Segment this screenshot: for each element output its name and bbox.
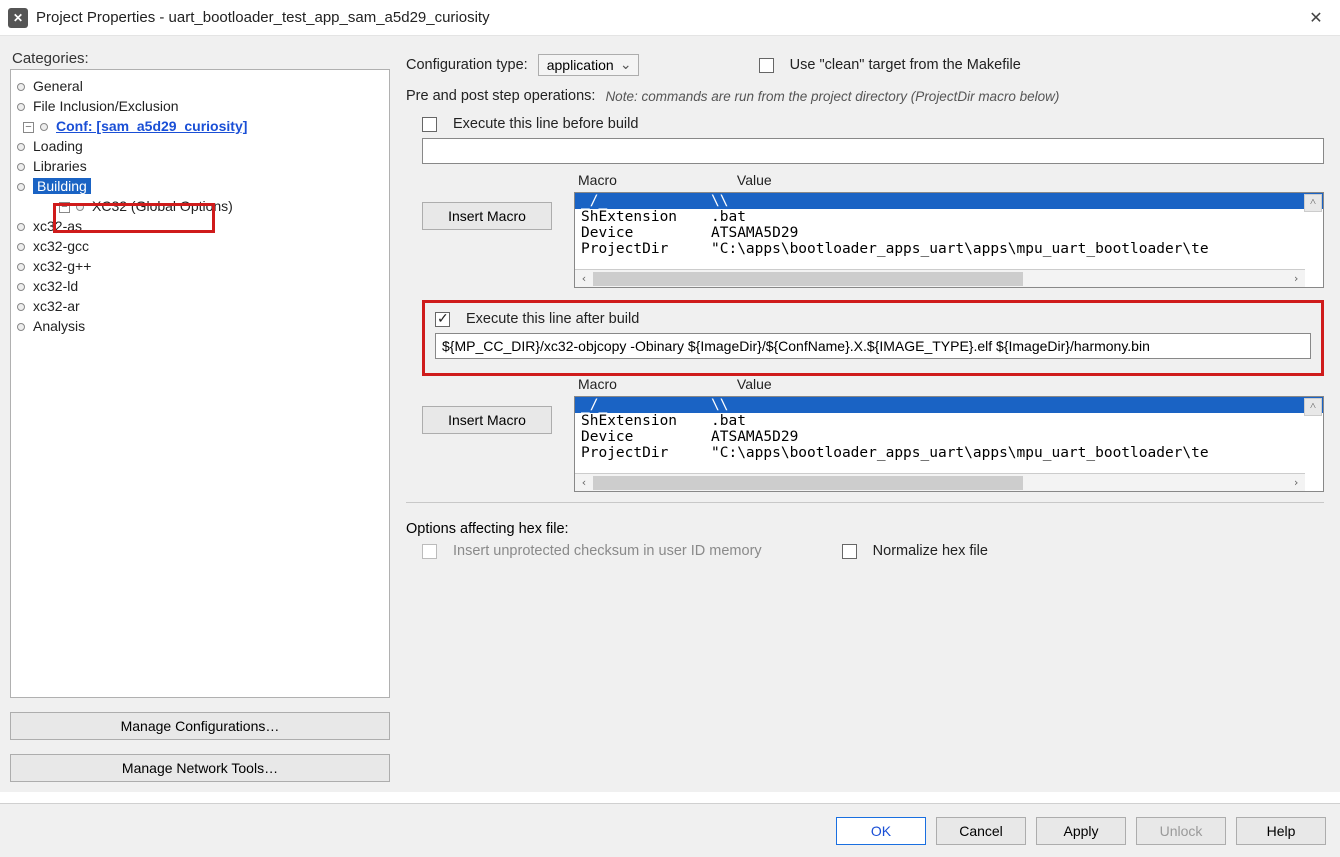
manage-network-tools-button[interactable]: Manage Network Tools… bbox=[10, 754, 390, 782]
macro-list-after[interactable]: _/_\\ ShExtension.bat DeviceATSAMA5D29 P… bbox=[574, 396, 1324, 492]
tree-item-libraries[interactable]: Libraries bbox=[17, 156, 383, 176]
insert-macro-before-button[interactable]: Insert Macro bbox=[422, 202, 552, 230]
macro-row: ProjectDir"C:\apps\bootloader_apps_uart\… bbox=[575, 241, 1323, 257]
hex-checksum-checkbox bbox=[422, 544, 437, 559]
config-type-label: Configuration type: bbox=[406, 57, 528, 73]
macro-col-key: Macro bbox=[578, 172, 617, 188]
tree-item-conf[interactable]: −Conf: [sam_a5d29_curiosity] bbox=[17, 116, 383, 136]
tree-item-xc32-ar[interactable]: xc32-ar bbox=[17, 296, 383, 316]
hscroll-track[interactable] bbox=[593, 272, 1287, 286]
config-type-select[interactable]: application bbox=[538, 54, 639, 76]
macro-row: ProjectDir"C:\apps\bootloader_apps_uart\… bbox=[575, 445, 1323, 461]
unlock-button: Unlock bbox=[1136, 817, 1226, 845]
macro-list-before[interactable]: _/_\\ ShExtension.bat DeviceATSAMA5D29 P… bbox=[574, 192, 1324, 288]
macro-row: _/_\\ bbox=[575, 193, 1323, 209]
tree-item-xc32[interactable]: −XC32 (Global Options) bbox=[17, 196, 383, 216]
macro-row: DeviceATSAMA5D29 bbox=[575, 429, 1323, 445]
tree-item-building[interactable]: Building bbox=[17, 176, 383, 196]
categories-label: Categories: bbox=[10, 46, 390, 69]
hex-normalize-checkbox[interactable] bbox=[842, 544, 857, 559]
ok-button[interactable]: OK bbox=[836, 817, 926, 845]
tree-item-file-inclusion[interactable]: File Inclusion/Exclusion bbox=[17, 96, 383, 116]
use-clean-checkbox[interactable] bbox=[759, 58, 774, 73]
exec-after-checkbox[interactable] bbox=[435, 312, 450, 327]
tree-item-xc32-as[interactable]: xc32-as bbox=[17, 216, 383, 236]
scroll-right-icon[interactable]: › bbox=[1287, 272, 1305, 285]
tree-item-general[interactable]: General bbox=[17, 76, 383, 96]
macro-col-val: Value bbox=[737, 376, 772, 392]
insert-macro-after-button[interactable]: Insert Macro bbox=[422, 406, 552, 434]
exec-after-input[interactable] bbox=[435, 333, 1311, 359]
close-icon[interactable]: ✕ bbox=[1300, 8, 1332, 28]
pre-post-label: Pre and post step operations: bbox=[406, 88, 595, 104]
exec-after-label: Execute this line after build bbox=[466, 311, 639, 327]
hex-checksum-label: Insert unprotected checksum in user ID m… bbox=[453, 543, 762, 559]
apply-button[interactable]: Apply bbox=[1036, 817, 1126, 845]
categories-tree[interactable]: General File Inclusion/Exclusion −Conf: … bbox=[10, 69, 390, 698]
hex-normalize-label: Normalize hex file bbox=[873, 543, 988, 559]
exec-before-input[interactable] bbox=[422, 138, 1324, 164]
window-title: Project Properties - uart_bootloader_tes… bbox=[36, 9, 490, 26]
pre-post-note: Note: commands are run from the project … bbox=[605, 89, 1059, 104]
macro-row: ShExtension.bat bbox=[575, 413, 1323, 429]
help-button[interactable]: Help bbox=[1236, 817, 1326, 845]
scroll-up-icon[interactable]: ˄ bbox=[1304, 194, 1322, 212]
collapse-icon[interactable]: − bbox=[23, 122, 34, 133]
app-icon: ✕ bbox=[8, 8, 28, 28]
highlight-box-after-build: Execute this line after build bbox=[422, 300, 1324, 376]
tree-item-xc32-ld[interactable]: xc32-ld bbox=[17, 276, 383, 296]
scroll-right-icon[interactable]: › bbox=[1287, 476, 1305, 489]
scroll-up-icon[interactable]: ˄ bbox=[1304, 398, 1322, 416]
tree-item-analysis[interactable]: Analysis bbox=[17, 316, 383, 336]
title-bar: ✕ Project Properties - uart_bootloader_t… bbox=[0, 0, 1340, 36]
macro-col-val: Value bbox=[737, 172, 772, 188]
use-clean-label: Use "clean" target from the Makefile bbox=[790, 57, 1021, 73]
scroll-left-icon[interactable]: ‹ bbox=[575, 272, 593, 285]
manage-configurations-button[interactable]: Manage Configurations… bbox=[10, 712, 390, 740]
exec-before-label: Execute this line before build bbox=[453, 116, 638, 132]
macro-row: DeviceATSAMA5D29 bbox=[575, 225, 1323, 241]
tree-item-loading[interactable]: Loading bbox=[17, 136, 383, 156]
hex-section-label: Options affecting hex file: bbox=[406, 521, 1324, 537]
tree-item-xc32-gpp[interactable]: xc32-g++ bbox=[17, 256, 383, 276]
macro-row: _/_\\ bbox=[575, 397, 1323, 413]
exec-before-checkbox[interactable] bbox=[422, 117, 437, 132]
macro-col-key: Macro bbox=[578, 376, 617, 392]
main-panel: Configuration type: application Use "cle… bbox=[400, 46, 1330, 782]
scroll-left-icon[interactable]: ‹ bbox=[575, 476, 593, 489]
hscroll-track[interactable] bbox=[593, 476, 1287, 490]
dialog-footer: OK Cancel Apply Unlock Help bbox=[0, 803, 1340, 857]
cancel-button[interactable]: Cancel bbox=[936, 817, 1026, 845]
macro-row: ShExtension.bat bbox=[575, 209, 1323, 225]
tree-item-xc32-gcc[interactable]: xc32-gcc bbox=[17, 236, 383, 256]
collapse-icon[interactable]: − bbox=[59, 202, 70, 213]
